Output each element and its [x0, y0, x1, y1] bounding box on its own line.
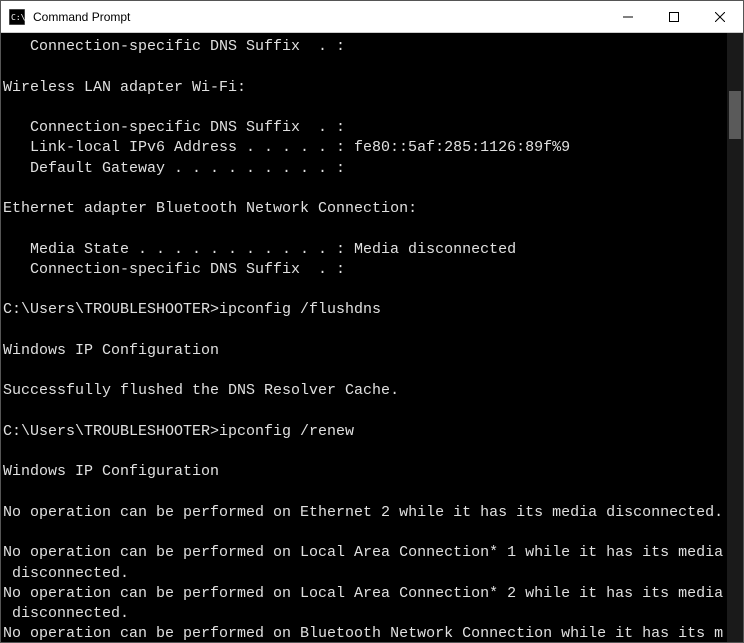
- terminal-line: No operation can be performed on Bluetoo…: [3, 624, 725, 642]
- terminal-line: No operation can be performed on Etherne…: [3, 503, 725, 523]
- terminal-line: Connection-specific DNS Suffix . :: [3, 37, 725, 57]
- terminal-line: C:\Users\TROUBLESHOOTER>ipconfig /flushd…: [3, 300, 725, 320]
- window-title: Command Prompt: [33, 10, 605, 24]
- terminal-line: Connection-specific DNS Suffix . :: [3, 260, 725, 280]
- terminal-line: Windows IP Configuration: [3, 341, 725, 361]
- scrollbar-thumb[interactable]: [729, 91, 741, 139]
- terminal-line: Ethernet adapter Bluetooth Network Conne…: [3, 199, 725, 219]
- terminal-line: [3, 280, 725, 300]
- command-prompt-window: C:\ Command Prompt Connection-specific D…: [0, 0, 744, 643]
- terminal-line: [3, 442, 725, 462]
- terminal-line: No operation can be performed on Local A…: [3, 584, 725, 604]
- svg-text:C:\: C:\: [11, 13, 25, 22]
- titlebar[interactable]: C:\ Command Prompt: [1, 1, 743, 33]
- terminal-line: Connection-specific DNS Suffix . :: [3, 118, 725, 138]
- terminal-line: [3, 219, 725, 239]
- terminal-line: Windows IP Configuration: [3, 462, 725, 482]
- terminal-line: No operation can be performed on Local A…: [3, 543, 725, 563]
- vertical-scrollbar[interactable]: [727, 33, 743, 642]
- terminal-line: Link-local IPv6 Address . . . . . : fe80…: [3, 138, 725, 158]
- terminal-line: Media State . . . . . . . . . . . : Medi…: [3, 240, 725, 260]
- terminal-line: [3, 483, 725, 503]
- terminal-line: Successfully flushed the DNS Resolver Ca…: [3, 381, 725, 401]
- terminal-line: disconnected.: [3, 604, 725, 624]
- window-controls: [605, 1, 743, 32]
- terminal-line: disconnected.: [3, 564, 725, 584]
- terminal-line: C:\Users\TROUBLESHOOTER>ipconfig /renew: [3, 422, 725, 442]
- maximize-button[interactable]: [651, 1, 697, 32]
- terminal-line: [3, 321, 725, 341]
- cmd-icon: C:\: [9, 9, 25, 25]
- terminal-line: Default Gateway . . . . . . . . . :: [3, 159, 725, 179]
- terminal-line: [3, 57, 725, 77]
- terminal-line: Wireless LAN adapter Wi-Fi:: [3, 78, 725, 98]
- terminal-line: [3, 361, 725, 381]
- terminal-line: [3, 402, 725, 422]
- terminal-line: [3, 98, 725, 118]
- close-button[interactable]: [697, 1, 743, 32]
- terminal-content[interactable]: Connection-specific DNS Suffix . : Wirele…: [1, 33, 727, 642]
- terminal-line: [3, 523, 725, 543]
- minimize-button[interactable]: [605, 1, 651, 32]
- terminal-area: Connection-specific DNS Suffix . : Wirele…: [1, 33, 743, 642]
- terminal-line: [3, 179, 725, 199]
